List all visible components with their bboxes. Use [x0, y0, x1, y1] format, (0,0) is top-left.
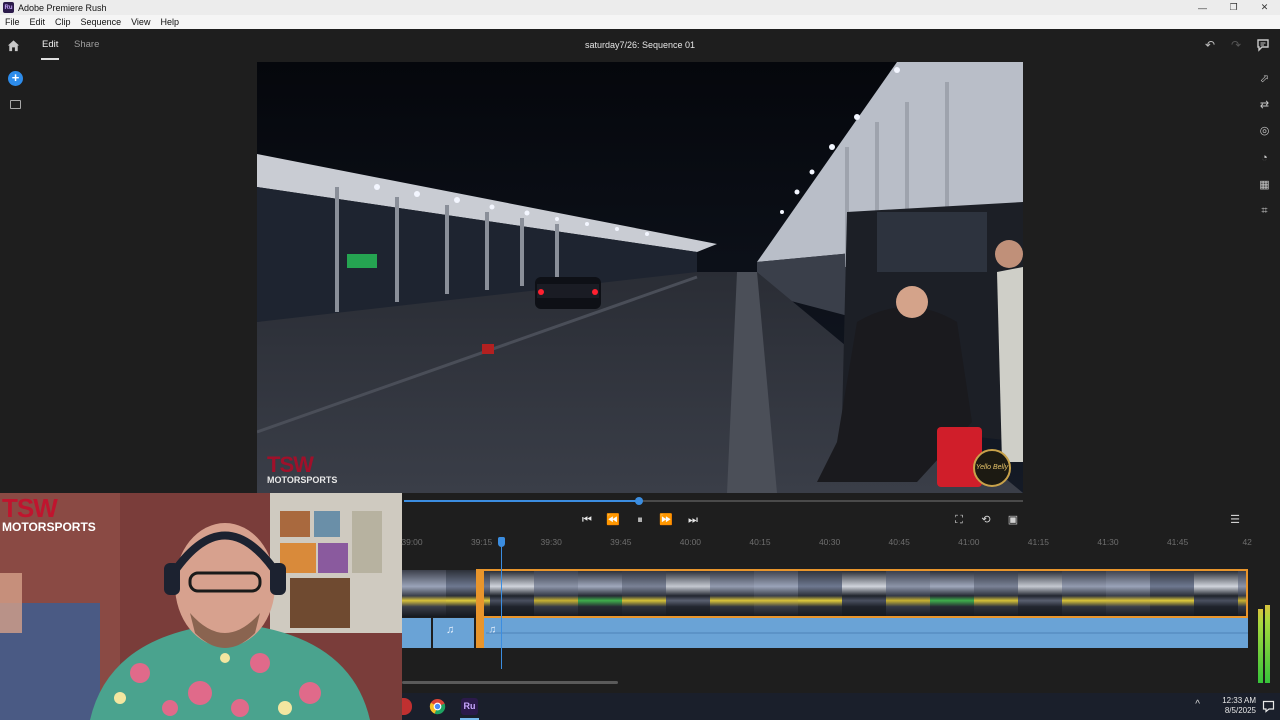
effects-icon[interactable]: ⇄ [1258, 99, 1271, 112]
window-controls: — ❐ ✕ [1187, 0, 1280, 15]
color-icon[interactable]: ◎ [1258, 125, 1271, 138]
left-rail: + [0, 62, 32, 492]
preview-watermark: TSW MOTORSPORTS [267, 452, 337, 485]
project-assets-icon[interactable] [10, 100, 21, 109]
audio-waveform [486, 632, 1248, 634]
menu-clip[interactable]: Clip [50, 17, 76, 27]
premiere-rush-icon[interactable]: Ru [461, 698, 478, 715]
audio-meter-left [1258, 609, 1263, 683]
graphics-icon[interactable]: ⬀ [1258, 73, 1271, 86]
comment-icon[interactable] [1256, 38, 1270, 52]
audio-meter-right [1265, 605, 1270, 683]
premiere-rush-app-icon: Ru [3, 2, 14, 13]
ruler-tick-label: 40:15 [749, 537, 771, 547]
ruler-tick-label: 40:30 [818, 537, 841, 547]
maximize-button[interactable]: ❐ [1218, 0, 1249, 15]
menu-file[interactable]: File [0, 17, 25, 27]
video-frame-dragstrip [257, 62, 1023, 493]
audio-meter [1258, 603, 1270, 683]
go-to-start-icon[interactable]: ⏮ [580, 514, 594, 526]
window-title: Adobe Premiere Rush [18, 2, 107, 13]
speed-icon[interactable]: ◔ [1258, 152, 1271, 165]
ruler-tick-label: 39:30 [540, 537, 562, 547]
fullscreen-icon[interactable]: ▣ [1006, 514, 1020, 526]
window-titlebar: Ru Adobe Premiere Rush — ❐ ✕ [0, 0, 1280, 15]
step-forward-icon[interactable]: ⏩ [659, 514, 673, 526]
ruler-tick-label: 41:45 [1166, 537, 1189, 547]
ruler-tick-label: 42 [1242, 537, 1252, 547]
tray-chevron-icon[interactable]: ^ [1195, 699, 1200, 710]
ruler-tick-label: 39:00 [401, 537, 423, 547]
ruler-tick-label: 41:00 [958, 537, 980, 547]
ruler-tick-label: 39:45 [610, 537, 632, 547]
ruler-tick-label: 40:45 [888, 537, 910, 547]
minimize-button[interactable]: — [1187, 0, 1218, 15]
audio-icon[interactable]: ▦ [1258, 179, 1271, 192]
redo-icon[interactable]: ↷ [1229, 38, 1243, 52]
menu-view[interactable]: View [126, 17, 155, 27]
right-rail: ⬀ ⇄ ◎ ◔ ▦ ⌗ [1248, 62, 1280, 492]
timeline-scrollbar[interactable] [402, 681, 618, 684]
ruler-tick-label: 41:15 [1027, 537, 1050, 547]
ruler-tick-label: 41:30 [1097, 537, 1119, 547]
menu-sequence[interactable]: Sequence [76, 17, 127, 27]
clock-time: 12:33 AM [1222, 696, 1256, 705]
timeline-ruler[interactable]: 39:00 39:15 39:30 39:45 40:00 40:15 40:30 40:45… [401, 535, 1252, 549]
add-media-button[interactable]: + [8, 71, 23, 86]
menu-icon[interactable]: ☰ [1228, 514, 1242, 526]
ruler-tick-label: 39:15 [470, 537, 493, 547]
notification-icon[interactable] [1262, 700, 1275, 713]
loop-icon[interactable]: ⟲ [979, 514, 993, 526]
menu-bar: File Edit Clip Sequence View Help [0, 15, 1280, 29]
taskbar: Ru ^ 12:33 AM 8/5/2025 [402, 693, 1280, 720]
go-to-end-icon[interactable]: ⏭ [686, 514, 700, 526]
webcam-overlay: TSW MOTORSPORTS [0, 493, 402, 720]
ruler-tick-label: 40:00 [679, 537, 702, 547]
scrubber-progress [404, 500, 640, 502]
chrome-icon[interactable] [429, 698, 446, 715]
clock-date: 8/5/2025 [1224, 706, 1256, 715]
timeline-panel: ⏮ ⏪ ⏸ ⏩ ⏭ ⛶ ⟲ ▣ ☰ 39:00 39:15 39:30 39:45 40… [401, 493, 1280, 693]
undo-icon[interactable]: ↶ [1203, 38, 1217, 52]
app-header: Edit Share saturday7/26: Sequence 01 ↶ ↷ [0, 29, 1280, 62]
scrubber-handle[interactable] [635, 497, 644, 505]
program-monitor[interactable]: TSW MOTORSPORTS Yello Belly [257, 62, 1023, 493]
transform-icon[interactable]: ⌗ [1258, 205, 1271, 218]
watermark-subtitle: MOTORSPORTS [267, 475, 338, 485]
pause-icon[interactable]: ⏸ [633, 514, 647, 526]
close-button[interactable]: ✕ [1249, 0, 1280, 15]
audio-track[interactable]: ♫ ♫ [402, 618, 1248, 648]
selected-clip-outline[interactable] [476, 569, 1248, 618]
fit-timeline-icon[interactable]: ⛶ [952, 514, 966, 526]
clip-thumbnail [402, 570, 446, 617]
sequence-title: saturday7/26: Sequence 01 [584, 40, 696, 50]
step-back-icon[interactable]: ⏪ [606, 514, 620, 526]
webcam-logo: TSW MOTORSPORTS [2, 495, 96, 534]
menu-help[interactable]: Help [155, 17, 184, 27]
yello-belly-seal: Yello Belly [973, 449, 1011, 487]
webcam-logo-text: MOTORSPORTS [2, 520, 96, 534]
playhead-line [501, 543, 502, 669]
webcam-logo-mark: TSW [2, 493, 58, 523]
preview-scrubber[interactable] [404, 497, 1023, 505]
menu-edit[interactable]: Edit [25, 17, 51, 27]
record-app-icon[interactable] [402, 698, 412, 715]
playhead[interactable] [498, 537, 505, 547]
music-note-icon: ♫ [446, 624, 455, 636]
clock[interactable]: 12:33 AM 8/5/2025 [1222, 696, 1256, 716]
audio-clip[interactable] [402, 618, 431, 648]
